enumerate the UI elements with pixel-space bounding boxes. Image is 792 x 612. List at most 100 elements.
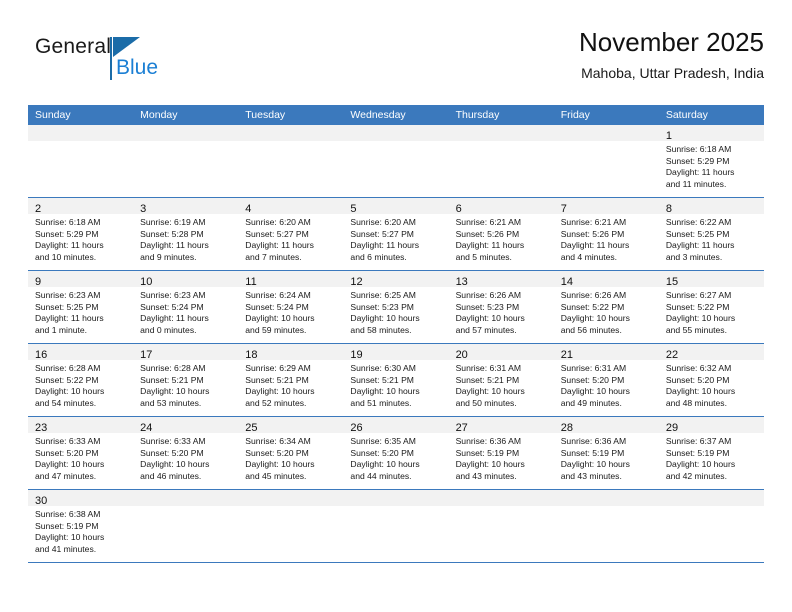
calendar-day-cell[interactable]: 14 Sunrise: 6:26 AM Sunset: 5:22 PM Dayligh… bbox=[553, 271, 659, 343]
day-number-band: 2 bbox=[28, 198, 134, 215]
day-number: 29 bbox=[665, 422, 679, 434]
calendar-day-cell[interactable]: 24 Sunrise: 6:33 AM Sunset: 5:20 PM Dayligh… bbox=[133, 417, 239, 489]
calendar-day-cell[interactable]: 26 Sunrise: 6:35 AM Sunset: 5:20 PM Dayligh… bbox=[343, 417, 449, 489]
day-number-band: 15 bbox=[658, 271, 764, 288]
day-daylight1-text: Daylight: 11 hours bbox=[140, 313, 209, 324]
day-sun-info: Sunrise: 6:27 AM Sunset: 5:22 PM Daylight:… bbox=[659, 287, 764, 340]
day-sunrise-text: Sunrise: 6:19 AM bbox=[140, 217, 206, 227]
calendar-day-cell[interactable]: 18 Sunrise: 6:29 AM Sunset: 5:21 PM Dayligh… bbox=[238, 344, 344, 416]
calendar-grid: Sunday Monday Tuesday Wednesday Thursday Frid… bbox=[28, 105, 764, 563]
day-daylight2-text: and 11 minutes. bbox=[665, 178, 727, 189]
day-sun-info: Sunrise: 6:31 AM Sunset: 5:21 PM Daylight:… bbox=[449, 360, 554, 413]
page-title: November 2025 bbox=[579, 27, 764, 57]
day-daylight1-text: Daylight: 10 hours bbox=[665, 313, 736, 324]
day-daylight2-text: and 53 minutes. bbox=[140, 397, 202, 408]
day-number: 13 bbox=[455, 276, 468, 288]
day-sunset-text: Sunset: 5:20 PM bbox=[245, 447, 309, 458]
day-daylight1-text: Daylight: 10 hours bbox=[35, 459, 105, 470]
day-number: 1 bbox=[665, 130, 672, 142]
calendar-day-cell[interactable]: 12 Sunrise: 6:25 AM Sunset: 5:23 PM Dayligh… bbox=[343, 271, 449, 343]
day-sunrise-text: Sunrise: 6:38 AM bbox=[35, 509, 101, 519]
day-sun-info: Sunrise: 6:37 AM Sunset: 5:19 PM Daylight:… bbox=[659, 433, 764, 486]
day-sun-info: Sunrise: 6:33 AM Sunset: 5:20 PM Daylight:… bbox=[28, 433, 133, 486]
day-daylight2-text: and 59 minutes. bbox=[245, 324, 307, 335]
day-number-band: 12 bbox=[343, 271, 449, 288]
calendar-day-cell[interactable]: 28 Sunrise: 6:36 AM Sunset: 5:19 PM Dayligh… bbox=[553, 417, 659, 489]
calendar-day-cell[interactable]: 21 Sunrise: 6:31 AM Sunset: 5:20 PM Dayligh… bbox=[553, 344, 659, 416]
day-number: 16 bbox=[35, 349, 48, 361]
calendar-day-cell[interactable]: 17 Sunrise: 6:28 AM Sunset: 5:21 PM Dayligh… bbox=[133, 344, 239, 416]
calendar-day-cell[interactable]: 29 Sunrise: 6:37 AM Sunset: 5:19 PM Dayligh… bbox=[658, 417, 764, 489]
calendar-day-cell[interactable]: 7 Sunrise: 6:21 AM Sunset: 5:26 PM Daylight… bbox=[553, 198, 659, 270]
calendar-week-row: 30 Sunrise: 6:38 AM Sunset: 5:19 PM Dayligh… bbox=[28, 490, 764, 563]
day-sunset-text: Sunset: 5:22 PM bbox=[35, 374, 99, 385]
day-sunrise-text: Sunrise: 6:33 AM bbox=[140, 436, 206, 446]
calendar-day-cell[interactable]: 22 Sunrise: 6:32 AM Sunset: 5:20 PM Dayligh… bbox=[658, 344, 764, 416]
day-number: 30 bbox=[35, 495, 48, 507]
day-daylight2-text: and 46 minutes. bbox=[140, 470, 202, 481]
calendar-day-cell[interactable]: 4 Sunrise: 6:20 AM Sunset: 5:27 PM Daylight… bbox=[238, 198, 344, 270]
day-daylight2-text: and 6 minutes. bbox=[350, 251, 407, 262]
calendar-day-cell[interactable]: 6 Sunrise: 6:21 AM Sunset: 5:26 PM Daylight… bbox=[448, 198, 554, 270]
calendar-day-cell[interactable]: 16 Sunrise: 6:28 AM Sunset: 5:22 PM Dayligh… bbox=[28, 344, 134, 416]
day-number-band: 5 bbox=[343, 198, 449, 215]
general-blue-logo[interactable]: General Blue bbox=[35, 36, 235, 94]
calendar-day-cell[interactable]: 27 Sunrise: 6:36 AM Sunset: 5:19 PM Dayligh… bbox=[448, 417, 554, 489]
day-daylight1-text: Daylight: 10 hours bbox=[560, 313, 630, 324]
day-number: 7 bbox=[560, 203, 567, 215]
day-sun-info: Sunrise: 6:18 AM Sunset: 5:29 PM Daylight:… bbox=[659, 141, 764, 194]
day-number-band: 7 bbox=[553, 198, 659, 215]
calendar-day-cell[interactable]: 30 Sunrise: 6:38 AM Sunset: 5:19 PM Dayligh… bbox=[28, 490, 134, 562]
day-daylight2-text: and 3 minutes. bbox=[665, 251, 723, 262]
calendar-day-cell[interactable]: 23 Sunrise: 6:33 AM Sunset: 5:20 PM Dayligh… bbox=[28, 417, 134, 489]
day-sunrise-text: Sunrise: 6:35 AM bbox=[350, 436, 416, 446]
day-daylight2-text: and 52 minutes. bbox=[245, 397, 307, 408]
day-daylight2-text: and 58 minutes. bbox=[350, 324, 412, 335]
day-daylight2-text: and 0 minutes. bbox=[140, 324, 197, 335]
calendar-day-cell[interactable]: 13 Sunrise: 6:26 AM Sunset: 5:23 PM Dayligh… bbox=[448, 271, 554, 343]
calendar-day-cell[interactable]: 8 Sunrise: 6:22 AM Sunset: 5:25 PM Daylight… bbox=[658, 198, 764, 270]
day-daylight1-text: Daylight: 11 hours bbox=[35, 313, 104, 324]
day-sun-info: Sunrise: 6:34 AM Sunset: 5:20 PM Daylight:… bbox=[238, 433, 343, 486]
calendar-day-cell[interactable]: 3 Sunrise: 6:19 AM Sunset: 5:28 PM Daylight… bbox=[133, 198, 239, 270]
calendar-day-cell[interactable]: 25 Sunrise: 6:34 AM Sunset: 5:20 PM Dayligh… bbox=[238, 417, 344, 489]
day-daylight1-text: Daylight: 10 hours bbox=[665, 459, 736, 470]
day-number: 20 bbox=[455, 349, 468, 361]
day-number-band: 26 bbox=[343, 417, 449, 434]
day-number-band bbox=[343, 490, 449, 506]
day-number-band bbox=[28, 125, 134, 141]
day-number: 2 bbox=[35, 203, 42, 215]
day-sunrise-text: Sunrise: 6:32 AM bbox=[665, 363, 732, 373]
day-daylight2-text: and 1 minute. bbox=[35, 324, 88, 335]
calendar-day-cell[interactable]: 11 Sunrise: 6:24 AM Sunset: 5:24 PM Dayligh… bbox=[238, 271, 344, 343]
day-number-band: 10 bbox=[133, 271, 239, 288]
day-sunset-text: Sunset: 5:28 PM bbox=[140, 228, 204, 239]
calendar-day-cell[interactable]: 10 Sunrise: 6:23 AM Sunset: 5:24 PM Dayligh… bbox=[133, 271, 239, 343]
day-sunset-text: Sunset: 5:24 PM bbox=[140, 301, 204, 312]
calendar-day-cell-empty bbox=[28, 125, 134, 197]
day-sunset-text: Sunset: 5:26 PM bbox=[455, 228, 520, 239]
calendar-day-cell[interactable]: 19 Sunrise: 6:30 AM Sunset: 5:21 PM Dayligh… bbox=[343, 344, 449, 416]
day-number: 15 bbox=[665, 276, 679, 288]
day-daylight2-text: and 43 minutes. bbox=[455, 470, 517, 481]
calendar-day-cell[interactable]: 9 Sunrise: 6:23 AM Sunset: 5:25 PM Daylight… bbox=[28, 271, 134, 343]
day-sunrise-text: Sunrise: 6:31 AM bbox=[560, 363, 627, 373]
calendar-day-cell[interactable]: 2 Sunrise: 6:18 AM Sunset: 5:29 PM Daylight… bbox=[28, 198, 134, 270]
day-sunrise-text: Sunrise: 6:30 AM bbox=[350, 363, 416, 373]
weekday-header-monday: Monday bbox=[140, 109, 178, 121]
day-sun-info: Sunrise: 6:25 AM Sunset: 5:23 PM Daylight:… bbox=[343, 287, 448, 340]
calendar-day-cell[interactable]: 20 Sunrise: 6:31 AM Sunset: 5:21 PM Dayligh… bbox=[448, 344, 554, 416]
day-number-band: 3 bbox=[133, 198, 239, 215]
day-sun-info: Sunrise: 6:21 AM Sunset: 5:26 PM Daylight:… bbox=[449, 214, 554, 267]
calendar-day-cell[interactable]: 15 Sunrise: 6:27 AM Sunset: 5:22 PM Dayligh… bbox=[658, 271, 764, 343]
day-sunset-text: Sunset: 5:22 PM bbox=[560, 301, 625, 312]
day-number: 21 bbox=[560, 349, 573, 361]
day-sun-info: Sunrise: 6:38 AM Sunset: 5:19 PM Daylight:… bbox=[28, 506, 133, 559]
calendar-day-cell[interactable]: 5 Sunrise: 6:20 AM Sunset: 5:27 PM Daylight… bbox=[343, 198, 449, 270]
day-daylight2-text: and 50 minutes. bbox=[455, 397, 517, 408]
calendar-day-cell[interactable]: 1 Sunrise: 6:18 AM Sunset: 5:29 PM Daylight… bbox=[658, 125, 764, 197]
calendar-day-cell-empty bbox=[658, 490, 764, 562]
day-number-band: 21 bbox=[553, 344, 659, 361]
day-sun-info: Sunrise: 6:23 AM Sunset: 5:25 PM Daylight:… bbox=[28, 287, 133, 340]
day-sun-info: Sunrise: 6:30 AM Sunset: 5:21 PM Daylight:… bbox=[343, 360, 448, 413]
